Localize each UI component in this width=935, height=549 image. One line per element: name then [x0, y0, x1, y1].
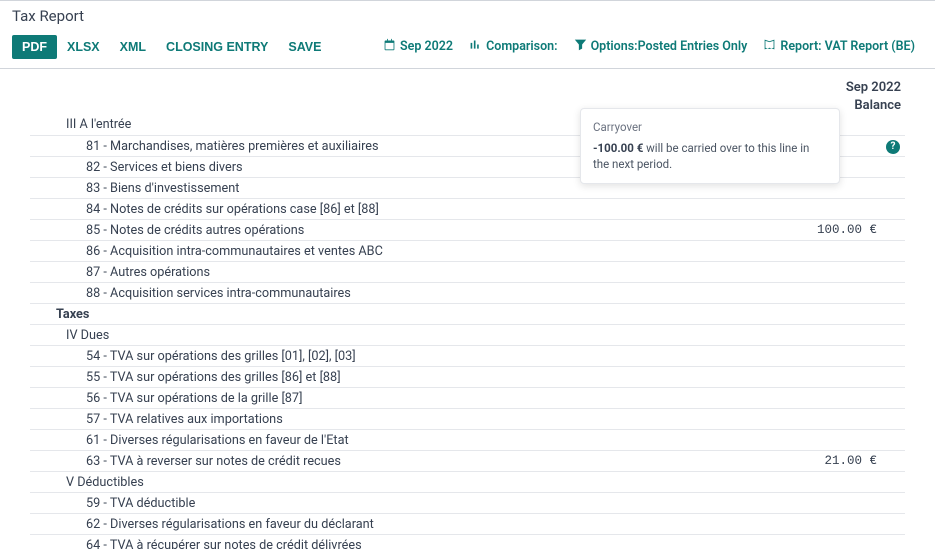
- options-filter[interactable]: Options:Posted Entries Only: [566, 33, 756, 60]
- report-row[interactable]: 61 - Diverses régularisations en faveur …: [30, 429, 905, 450]
- tooltip-body: -100.00 € will be carried over to this l…: [593, 140, 827, 173]
- row-label: 57 - TVA relatives aux importations: [30, 412, 751, 427]
- comparison-label: Comparison:: [486, 39, 557, 54]
- report-row[interactable]: 57 - TVA relatives aux importations: [30, 408, 905, 429]
- row-label: 59 - TVA déductible: [30, 496, 751, 511]
- row-label: 55 - TVA sur opérations des grilles [86]…: [30, 370, 751, 385]
- report-row[interactable]: 62 - Diverses régularisations en faveur …: [30, 513, 905, 534]
- report-row[interactable]: IV Dues: [30, 324, 905, 345]
- report-row[interactable]: 63 - TVA à reverser sur notes de crédit …: [30, 450, 905, 471]
- page-title: Tax Report: [12, 7, 923, 25]
- calendar-icon: [383, 38, 396, 55]
- pdf-button[interactable]: PDF: [12, 35, 57, 59]
- row-label: 54 - TVA sur opérations des grilles [01]…: [30, 349, 751, 364]
- row-label: 63 - TVA à reverser sur notes de crédit …: [30, 454, 751, 469]
- period-label: Sep 2022: [400, 39, 453, 54]
- report-row[interactable]: 54 - TVA sur opérations des grilles [01]…: [30, 345, 905, 366]
- report-filter[interactable]: Report: VAT Report (BE): [755, 33, 923, 60]
- row-label: IV Dues: [30, 328, 751, 343]
- report-row[interactable]: 88 - Acquisition services intra-communau…: [30, 282, 905, 303]
- row-label: 88 - Acquisition services intra-communau…: [30, 286, 751, 301]
- report-text: Report: VAT Report (BE): [780, 39, 915, 54]
- row-value: 21.00 €: [751, 454, 881, 468]
- carryover-tooltip: Carryover -100.00 € will be carried over…: [580, 108, 840, 184]
- report-row[interactable]: 85 - Notes de crédits autres opérations1…: [30, 219, 905, 240]
- report-row[interactable]: 87 - Autres opérations: [30, 261, 905, 282]
- row-label: Taxes: [30, 307, 751, 322]
- book-icon: [763, 38, 776, 55]
- row-label: 61 - Diverses régularisations en faveur …: [30, 433, 751, 448]
- period-filter[interactable]: Sep 2022: [375, 33, 461, 60]
- row-label: 56 - TVA sur opérations de la grille [87…: [30, 391, 751, 406]
- row-label: 86 - Acquisition intra-communautaires et…: [30, 244, 751, 259]
- report-row[interactable]: 56 - TVA sur opérations de la grille [87…: [30, 387, 905, 408]
- row-label: 87 - Autres opérations: [30, 265, 751, 280]
- row-label: 64 - TVA à récupérer sur notes de crédit…: [30, 538, 751, 549]
- tooltip-title: Carryover: [593, 119, 827, 136]
- options-text: Options:Posted Entries Only: [591, 39, 748, 54]
- help-icon[interactable]: ?: [886, 140, 900, 154]
- report-row[interactable]: 59 - TVA déductible: [30, 492, 905, 513]
- bar-chart-icon: [469, 38, 482, 55]
- report-row[interactable]: Taxes: [30, 303, 905, 324]
- row-label: 62 - Diverses régularisations en faveur …: [30, 517, 751, 532]
- row-value: 100.00 €: [751, 223, 881, 237]
- filter-icon: [574, 38, 587, 55]
- report-row[interactable]: 84 - Notes de crédits sur opérations cas…: [30, 198, 905, 219]
- row-label: 84 - Notes de crédits sur opérations cas…: [30, 202, 751, 217]
- row-label: 85 - Notes de crédits autres opérations: [30, 223, 751, 238]
- toolbar: PDF XLSX XML CLOSING ENTRY SAVE Sep 2022…: [0, 29, 935, 69]
- report-row[interactable]: 64 - TVA à récupérer sur notes de crédit…: [30, 534, 905, 549]
- xml-button[interactable]: XML: [110, 35, 156, 59]
- save-button[interactable]: SAVE: [278, 35, 331, 59]
- row-help-slot: ?: [881, 138, 905, 154]
- report-row[interactable]: 86 - Acquisition intra-communautaires et…: [30, 240, 905, 261]
- closing-entry-button[interactable]: CLOSING ENTRY: [156, 35, 278, 59]
- row-label: V Déductibles: [30, 475, 751, 490]
- xlsx-button[interactable]: XLSX: [57, 35, 110, 59]
- report-row[interactable]: V Déductibles: [30, 471, 905, 492]
- report-row[interactable]: 55 - TVA sur opérations des grilles [86]…: [30, 366, 905, 387]
- comparison-filter[interactable]: Comparison:: [461, 33, 565, 60]
